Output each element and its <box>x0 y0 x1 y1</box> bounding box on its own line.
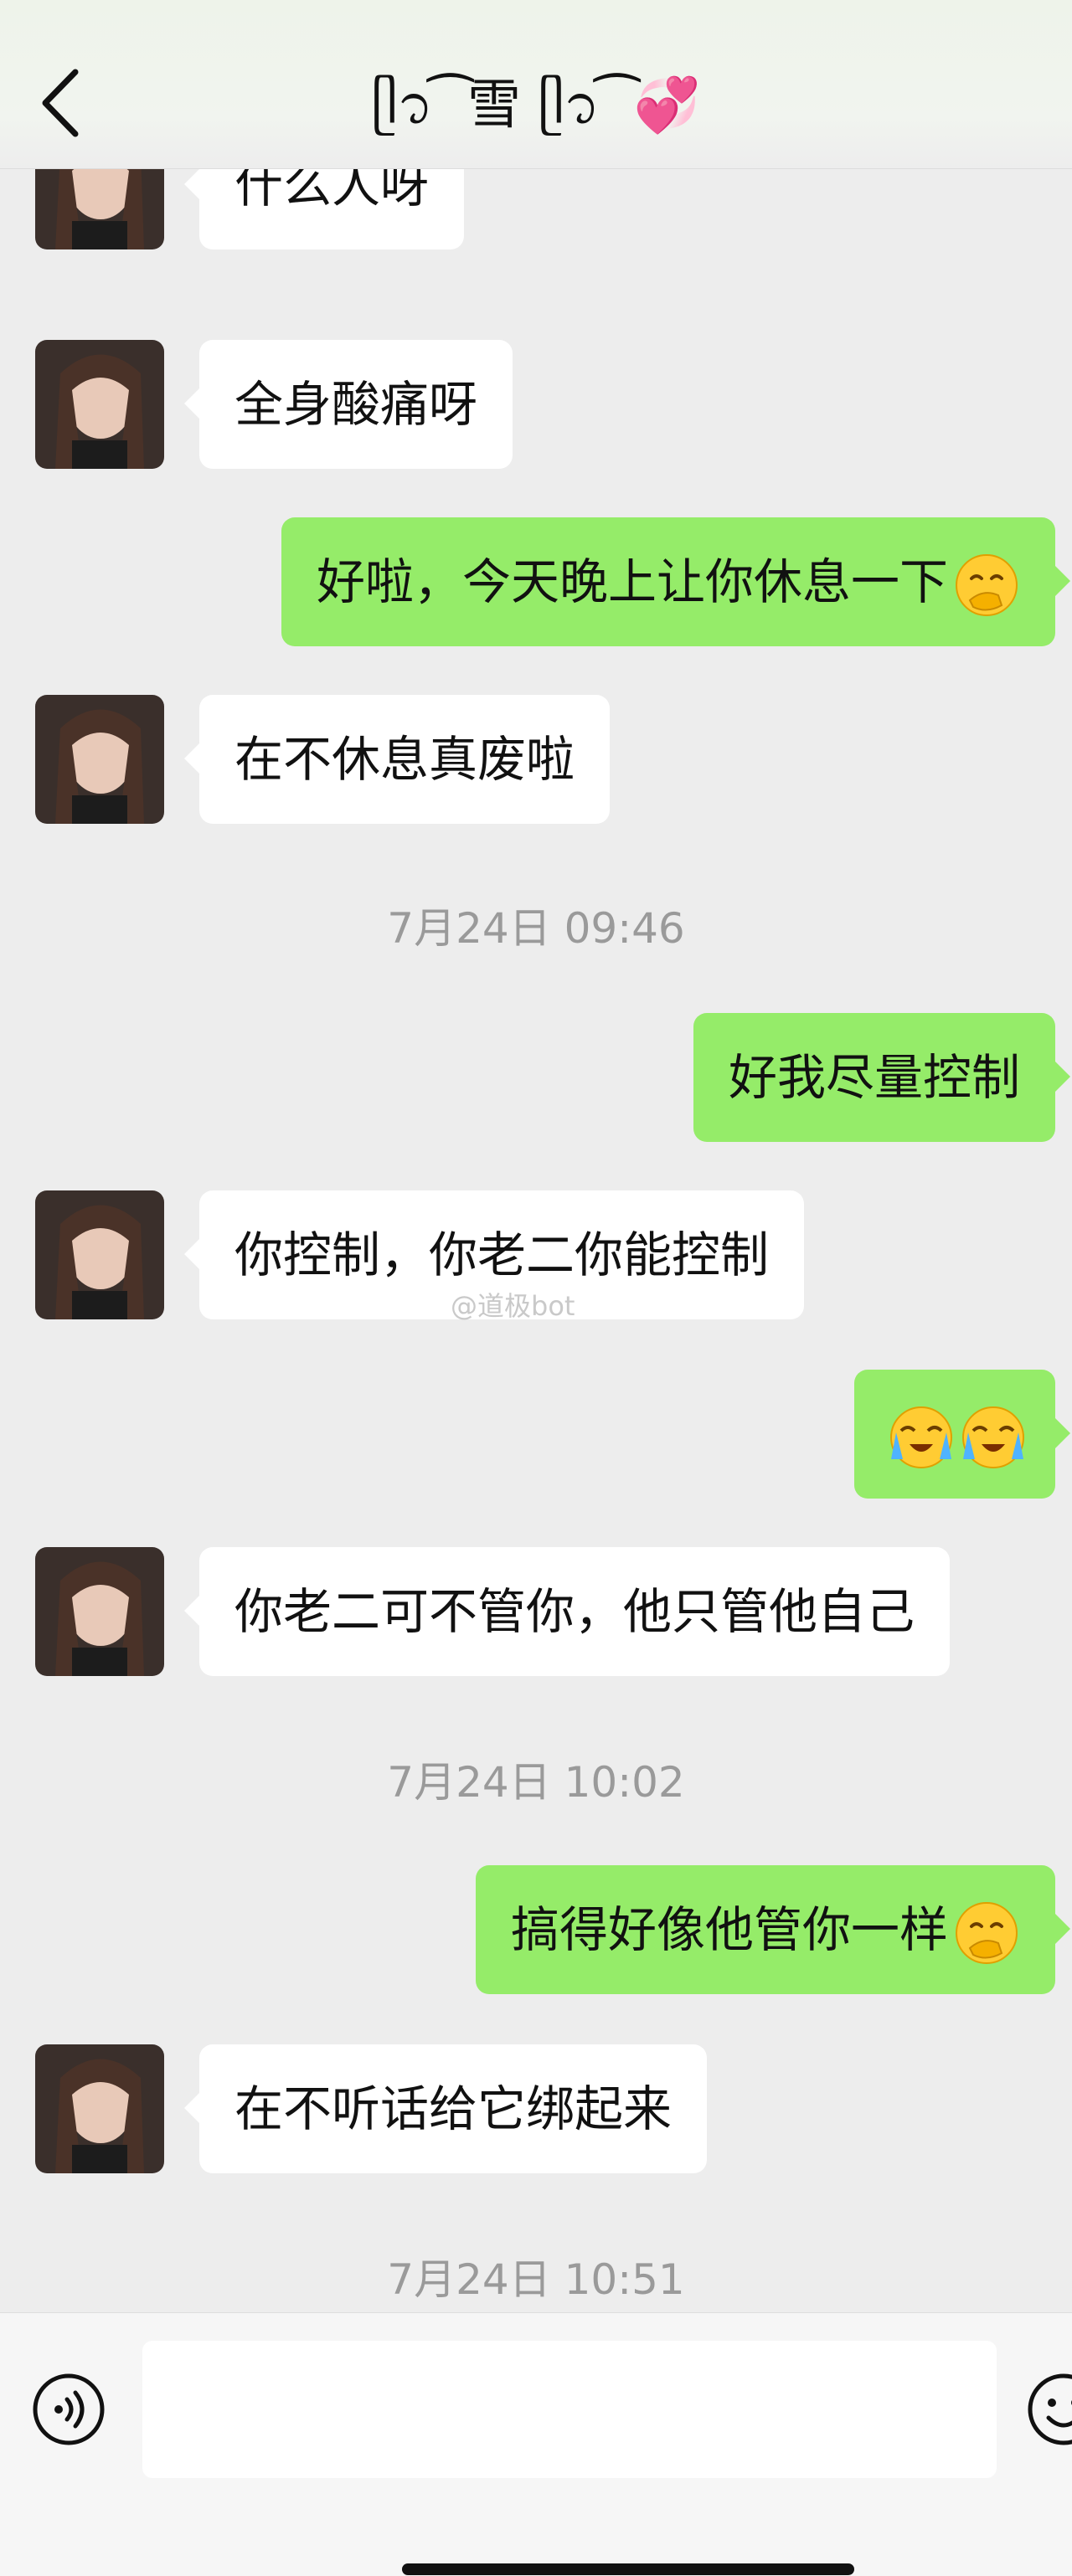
timestamp: 7月24日 10:02 <box>387 1758 685 1807</box>
outgoing-bubble[interactable]: 好啦，今天晚上让你休息一下 <box>281 517 1071 646</box>
avatar[interactable] <box>35 1547 164 1676</box>
message-row: 什么人呀 <box>0 169 1072 298</box>
loudly-crying-face-icon <box>962 1406 1024 1468</box>
message-text: 搞得好像他管你一样 <box>510 1901 948 1958</box>
chat-header: ᥫ᭡ ͡ 雪 ⁠ᥫ᭡ ͡ 💞 <box>0 0 1072 169</box>
timestamp: 7月24日 09:46 <box>387 904 685 953</box>
outgoing-bubble[interactable]: 搞得好像他管你一样 <box>475 1865 1071 1994</box>
message-list[interactable]: 什么人呀 全身酸痛呀 好啦，今天晚上让你休息一下 在不休息真废啦 7月24日 0… <box>0 169 1072 2312</box>
outgoing-bubble[interactable]: 好我尽量控制 <box>693 1013 1071 1142</box>
timestamp: 7月24日 10:51 <box>387 2255 685 2304</box>
chevron-left-icon[interactable] <box>39 67 82 139</box>
incoming-bubble[interactable]: 在不听话给它绑起来 <box>183 2044 708 2173</box>
watermark: @道极bot <box>451 1290 575 1322</box>
voice-icon[interactable] <box>30 2371 107 2448</box>
incoming-bubble[interactable]: 你老二可不管你，他只管他自己 <box>183 1547 951 1676</box>
hand-over-mouth-emoji-icon <box>956 1901 1018 1964</box>
avatar[interactable] <box>35 169 164 249</box>
avatar[interactable] <box>35 695 164 824</box>
smiley-icon[interactable] <box>1023 2369 1072 2450</box>
message-input[interactable] <box>142 2341 997 2478</box>
loudly-crying-face-icon <box>890 1406 952 1468</box>
incoming-bubble[interactable]: 全身酸痛呀 <box>183 340 513 469</box>
avatar[interactable] <box>35 340 164 469</box>
hand-over-mouth-emoji-icon <box>956 553 1018 616</box>
avatar[interactable] <box>35 1190 164 1319</box>
chat-title: ᥫ᭡ ͡ 雪 ⁠ᥫ᭡ ͡ 💞 <box>371 75 701 136</box>
message-text: 好啦，今天晚上让你休息一下 <box>316 553 948 610</box>
incoming-bubble[interactable]: 什么人呀 <box>183 169 465 249</box>
avatar[interactable] <box>35 2044 164 2173</box>
home-indicator <box>402 2563 854 2575</box>
outgoing-bubble[interactable] <box>854 1370 1070 1499</box>
incoming-bubble[interactable]: 在不休息真废啦 <box>183 695 611 824</box>
